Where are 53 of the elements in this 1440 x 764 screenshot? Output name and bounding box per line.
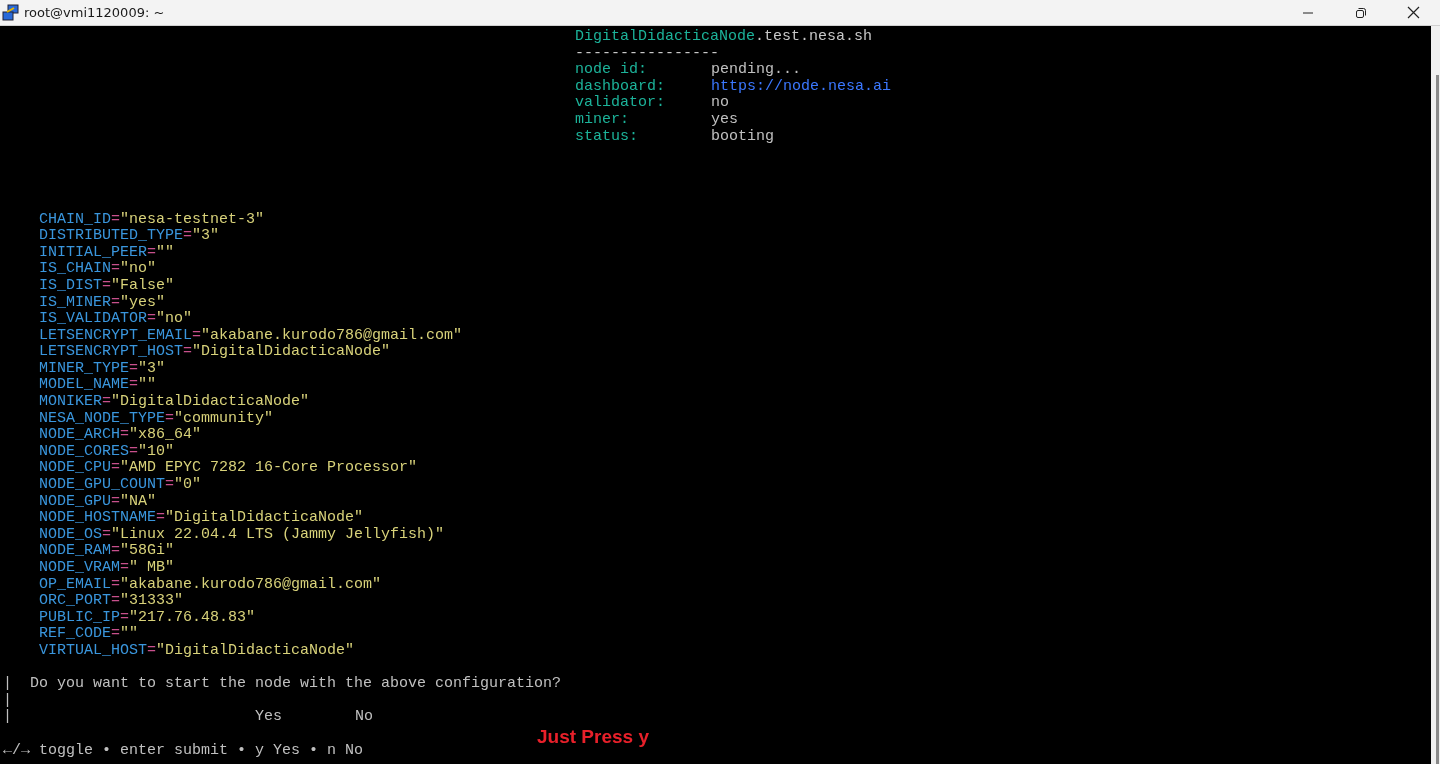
env-variable-line: NODE_CPU="AMD EPYC 7282 16-Core Processor" bbox=[39, 459, 418, 477]
env-variable-line: NODE_OS="Linux 22.04.4 LTS (Jammy Jellyfish)" bbox=[39, 525, 445, 543]
env-variable-line: ORC_PORT="31333" bbox=[39, 592, 184, 610]
env-variable-line: PUBLIC_IP="217.76.48.83" bbox=[39, 608, 256, 626]
field-value: booting bbox=[711, 127, 774, 145]
prompt-marker-text: | bbox=[3, 709, 12, 726]
no-option[interactable]: No bbox=[355, 709, 374, 726]
env-variable-line: INITIAL_PEER="" bbox=[39, 243, 175, 261]
env-variable-line: IS_DIST="False" bbox=[39, 276, 175, 294]
env-variable-line: NODE_RAM="58Gi" bbox=[39, 542, 175, 560]
env-variable-line: NODE_VRAM=" MB" bbox=[39, 559, 175, 576]
env-variable-line: MONIKER="DigitalDidacticaNode" bbox=[39, 393, 310, 411]
field-label: dashboard: bbox=[575, 78, 666, 95]
env-variable-line: MINER_TYPE="3" bbox=[39, 359, 166, 377]
field-label: node id: bbox=[575, 62, 648, 79]
env-variable-line: NODE_GPU_COUNT="0" bbox=[39, 476, 202, 494]
env-variable-line: NODE_CORES="10" bbox=[39, 442, 175, 460]
field-label: miner: bbox=[575, 111, 630, 129]
env-variable-line: LETSENCRYPT_HOST="DigitalDidacticaNode" bbox=[39, 343, 391, 361]
dashed-rule: ---------------- bbox=[575, 44, 720, 62]
annotation-text: Just Press y bbox=[537, 726, 649, 748]
env-variable-line: IS_MINER="yes" bbox=[39, 293, 166, 311]
prompt-marker-text: | bbox=[3, 676, 12, 693]
env-variable-line: CHAIN_ID="nesa-testnet-3" bbox=[39, 210, 265, 228]
yes-option[interactable]: Yes bbox=[255, 709, 282, 726]
field-label: validator: bbox=[575, 95, 666, 112]
hostname-text: DigitalDidacticaNode.test.nesa.sh bbox=[575, 28, 873, 45]
key-help-text: ←/→ toggle • enter submit • y Yes • n No bbox=[3, 741, 364, 759]
field-value: yes bbox=[711, 110, 738, 128]
env-variable-line: MODEL_NAME="" bbox=[39, 376, 157, 394]
scrollbar-track[interactable] bbox=[1431, 26, 1440, 764]
restore-icon bbox=[1354, 6, 1367, 19]
env-variable-line: IS_CHAIN="no" bbox=[39, 260, 157, 278]
env-variable-line: NODE_HOSTNAME="DigitalDidacticaNode" bbox=[39, 509, 364, 527]
field-value: no bbox=[711, 94, 729, 112]
env-variable-line: NODE_ARCH="x86_64" bbox=[39, 426, 202, 444]
env-variable-line: LETSENCRYPT_EMAIL="akabane.kurodo786@gmail.com" bbox=[39, 326, 463, 344]
env-variable-line: IS_VALIDATOR="no" bbox=[39, 310, 193, 328]
env-variable-line: NESA_NODE_TYPE="community" bbox=[39, 409, 274, 427]
env-variable-line: VIRTUAL_HOST="DigitalDidacticaNode" bbox=[39, 642, 355, 659]
env-variable-line: OP_EMAIL="akabane.kurodo786@gmail.com" bbox=[39, 575, 382, 593]
env-variable-line: REF_CODE="" bbox=[39, 625, 139, 643]
window-title: root@vmi1120009: ~ bbox=[24, 5, 166, 20]
prompt-marker-text: | bbox=[3, 692, 12, 709]
field-label: status: bbox=[575, 128, 639, 146]
scrollbar-thumb[interactable] bbox=[1436, 75, 1439, 764]
prompt-question: Do you want to start the node with the above configuration? bbox=[30, 675, 562, 693]
dashboard-link[interactable]: https://node.nesa.ai bbox=[711, 77, 892, 95]
env-variable-line: DISTRIBUTED_TYPE="3" bbox=[39, 227, 220, 245]
terminal-icon bbox=[2, 3, 20, 22]
field-value: pending... bbox=[711, 61, 801, 79]
close-icon bbox=[1407, 6, 1420, 19]
env-variable-line: NODE_GPU="NA" bbox=[39, 492, 157, 510]
